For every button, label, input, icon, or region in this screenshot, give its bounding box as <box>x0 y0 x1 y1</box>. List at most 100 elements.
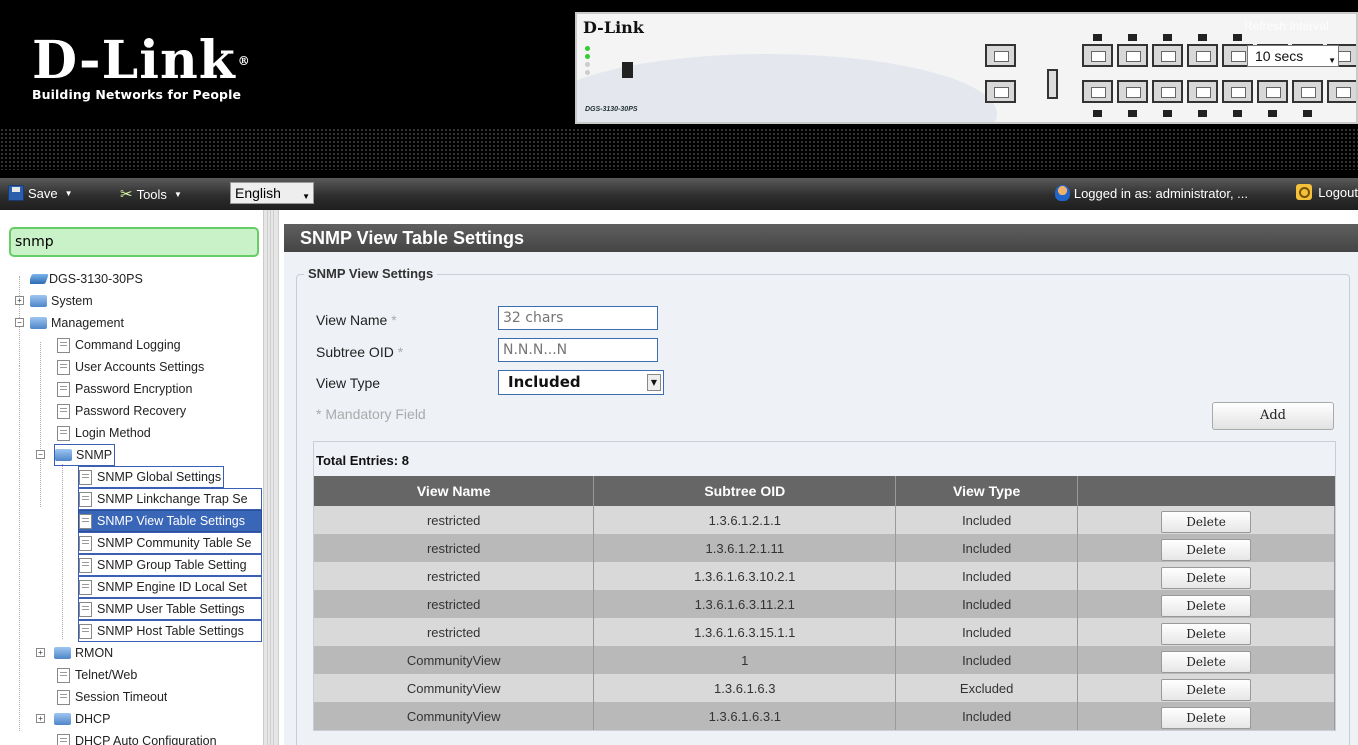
console-port[interactable] <box>985 44 1016 67</box>
tree-item-command-logging[interactable]: Command Logging <box>57 334 181 356</box>
ethernet-port[interactable] <box>1327 80 1356 103</box>
tree-item-label: System <box>51 294 93 308</box>
action-cell: Delete <box>1077 702 1335 730</box>
view-type-cell: Included <box>895 562 1079 590</box>
action-cell: Delete <box>1077 562 1335 590</box>
tree-item-snmp-engine-id[interactable]: SNMP Engine ID Local Set <box>78 576 262 598</box>
delete-button[interactable]: Delete <box>1161 622 1252 645</box>
save-label: Save <box>28 185 58 201</box>
tools-menu-button[interactable]: ✂ Tools ▼ <box>120 185 182 203</box>
view-type-select[interactable]: Included ▼ <box>498 370 664 395</box>
ethernet-port[interactable] <box>1117 44 1148 67</box>
ethernet-port[interactable] <box>1292 80 1323 103</box>
document-icon <box>79 491 92 507</box>
column-header: Subtree OID <box>593 476 897 506</box>
key-icon <box>1296 184 1313 200</box>
ethernet-port[interactable] <box>1152 80 1183 103</box>
tree-item-system[interactable]: System <box>30 290 93 312</box>
tree-item-label: SNMP Global Settings <box>97 470 222 484</box>
expand-icon[interactable]: + <box>15 296 24 305</box>
ethernet-port[interactable] <box>1187 80 1218 103</box>
table-row: restricted 1.3.6.1.6.3.10.2.1 Included D… <box>314 562 1335 590</box>
subtree-oid-label-text: Subtree OID <box>316 344 394 360</box>
ethernet-port[interactable] <box>1222 80 1253 103</box>
view-name-cell: CommunityView <box>314 674 595 702</box>
chevron-down-icon: ▼ <box>173 189 182 199</box>
table-row: CommunityView 1.3.6.1.6.3 Excluded Delet… <box>314 674 1335 702</box>
sidebar-search-input[interactable] <box>9 227 259 257</box>
tree-item-label: SNMP Engine ID Local Set <box>97 580 247 594</box>
folder-open-icon <box>55 449 72 461</box>
subtree-oid-cell: 1.3.6.1.2.1.11 <box>593 534 897 562</box>
view-name-input[interactable] <box>498 306 658 330</box>
tree-item-device[interactable]: DGS-3130-30PS <box>30 268 143 290</box>
subtree-oid-label: Subtree OID * <box>316 344 403 360</box>
subtree-oid-input[interactable] <box>498 338 658 362</box>
tree-item-snmp-group[interactable]: SNMP Group Table Setting <box>78 554 262 576</box>
view-type-cell: Included <box>895 618 1079 646</box>
ethernet-port[interactable] <box>1152 44 1183 67</box>
refresh-interval-label: Refresh Interval <box>1244 19 1329 33</box>
tree-item-telnet-web[interactable]: Telnet/Web <box>57 664 137 686</box>
view-name-cell: CommunityView <box>314 646 595 674</box>
tree-item-rmon[interactable]: RMON <box>54 642 113 664</box>
document-icon <box>57 337 70 353</box>
delete-button[interactable]: Delete <box>1161 594 1252 617</box>
mgmt-port[interactable] <box>985 80 1016 103</box>
collapse-icon[interactable]: − <box>15 318 24 327</box>
tree-item-session-timeout[interactable]: Session Timeout <box>57 686 167 708</box>
ethernet-port[interactable] <box>1257 80 1288 103</box>
tree-item-dhcp-auto-config[interactable]: DHCP Auto Configuration <box>57 730 217 745</box>
delete-button[interactable]: Delete <box>1161 706 1252 729</box>
switch-device-icon <box>30 274 49 284</box>
document-icon <box>79 469 92 485</box>
ethernet-port[interactable] <box>1082 80 1113 103</box>
collapse-icon[interactable]: − <box>36 450 45 459</box>
chevron-down-icon: ▼ <box>647 374 661 391</box>
table-row: CommunityView 1.3.6.1.6.3.1 Included Del… <box>314 702 1335 730</box>
tree-item-label: DHCP Auto Configuration <box>75 734 217 745</box>
tree-item-snmp-linkchange[interactable]: SNMP Linkchange Trap Se <box>78 488 262 510</box>
folder-icon <box>30 295 47 307</box>
tree-item-password-recovery[interactable]: Password Recovery <box>57 400 186 422</box>
usb-port[interactable] <box>1047 69 1058 99</box>
delete-button[interactable]: Delete <box>1161 678 1252 701</box>
delete-button[interactable]: Delete <box>1161 650 1252 673</box>
expand-icon[interactable]: + <box>36 714 45 723</box>
subtree-oid-cell: 1.3.6.1.6.3.11.2.1 <box>593 590 897 618</box>
save-menu-button[interactable]: Save ▼ <box>8 185 73 201</box>
view-name-label: View Name * <box>316 312 397 328</box>
tree-item-snmp-global[interactable]: SNMP Global Settings <box>78 466 225 488</box>
refresh-interval-select[interactable]: 10 secs ▼ <box>1247 45 1339 67</box>
tree-item-label: SNMP <box>76 448 113 462</box>
view-type-cell: Included <box>895 590 1079 618</box>
tree-item-management[interactable]: Management <box>30 312 124 334</box>
tree-item-dhcp[interactable]: DHCP <box>54 708 110 730</box>
ethernet-port[interactable] <box>1117 80 1148 103</box>
logged-in-status: Logged in as: administrator, ... <box>1054 185 1248 201</box>
tree-item-label: Management <box>51 316 124 330</box>
tree-item-snmp-user[interactable]: SNMP User Table Settings <box>78 598 262 620</box>
add-button[interactable]: Add <box>1212 402 1334 430</box>
tree-item-password-encryption[interactable]: Password Encryption <box>57 378 192 400</box>
ethernet-port[interactable] <box>1082 44 1113 67</box>
view-type-value: Included <box>508 373 581 391</box>
tree-item-snmp-community[interactable]: SNMP Community Table Se <box>78 532 262 554</box>
language-select[interactable]: English ▼ <box>230 182 314 204</box>
view-table-container: Total Entries: 8 View Name Subtree OID V… <box>313 441 1336 731</box>
tree-item-snmp[interactable]: SNMP <box>54 444 116 466</box>
tree-item-snmp-host[interactable]: SNMP Host Table Settings <box>78 620 262 642</box>
tree-item-snmp-view-table[interactable]: SNMP View Table Settings <box>78 510 262 532</box>
panel-splitter[interactable] <box>263 210 279 745</box>
logout-button[interactable]: Logout <box>1296 184 1358 200</box>
delete-button[interactable]: Delete <box>1161 538 1252 561</box>
delete-button[interactable]: Delete <box>1161 566 1252 589</box>
ethernet-port[interactable] <box>1187 44 1218 67</box>
delete-button[interactable]: Delete <box>1161 510 1252 533</box>
tree-item-login-method[interactable]: Login Method <box>57 422 151 444</box>
view-type-cell: Included <box>895 506 1079 534</box>
required-mark: * <box>397 344 404 360</box>
document-icon <box>57 425 70 441</box>
expand-icon[interactable]: + <box>36 648 45 657</box>
tree-item-user-accounts[interactable]: User Accounts Settings <box>57 356 204 378</box>
